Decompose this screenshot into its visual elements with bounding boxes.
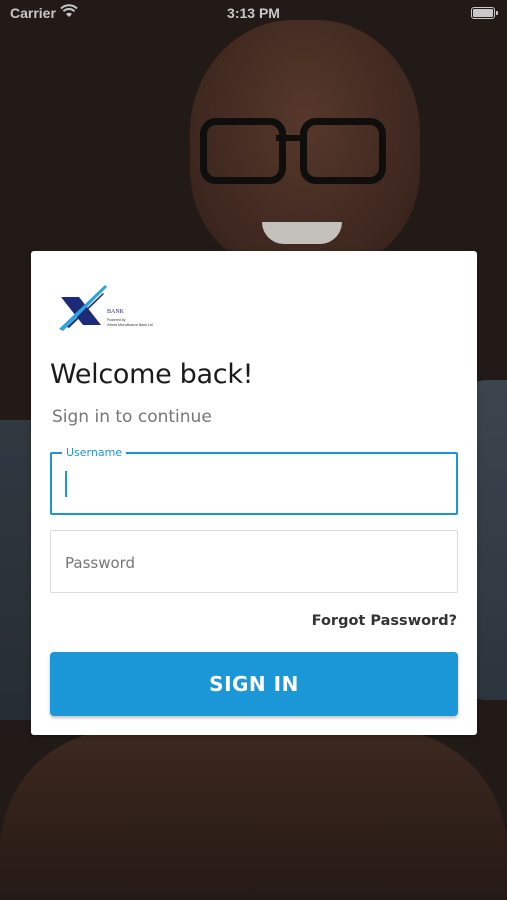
bank-logo: BANK Powered by Xelera Microfinance Bank… [57, 281, 167, 333]
logo-wordmark: BANK [107, 309, 125, 315]
battery-icon [471, 7, 498, 19]
username-input[interactable] [64, 454, 448, 515]
logo-tagline-1: Powered by [107, 318, 126, 322]
page-title: Welcome back! [50, 359, 254, 390]
password-field[interactable] [50, 530, 458, 594]
login-card: BANK Powered by Xelera Microfinance Bank… [31, 251, 477, 735]
sign-in-button[interactable]: SIGN IN [50, 652, 458, 716]
status-time: 3:13 PM [227, 5, 280, 21]
username-field[interactable]: Username [50, 446, 458, 515]
forgot-password-link[interactable]: Forgot Password? [312, 613, 457, 629]
page-subtitle: Sign in to continue [52, 407, 212, 427]
text-caret [65, 471, 67, 497]
password-input[interactable] [63, 531, 447, 594]
logo-tagline-2: Xelera Microfinance Bank Ltd [107, 323, 153, 327]
status-bar: Carrier 3:13 PM [0, 0, 507, 26]
